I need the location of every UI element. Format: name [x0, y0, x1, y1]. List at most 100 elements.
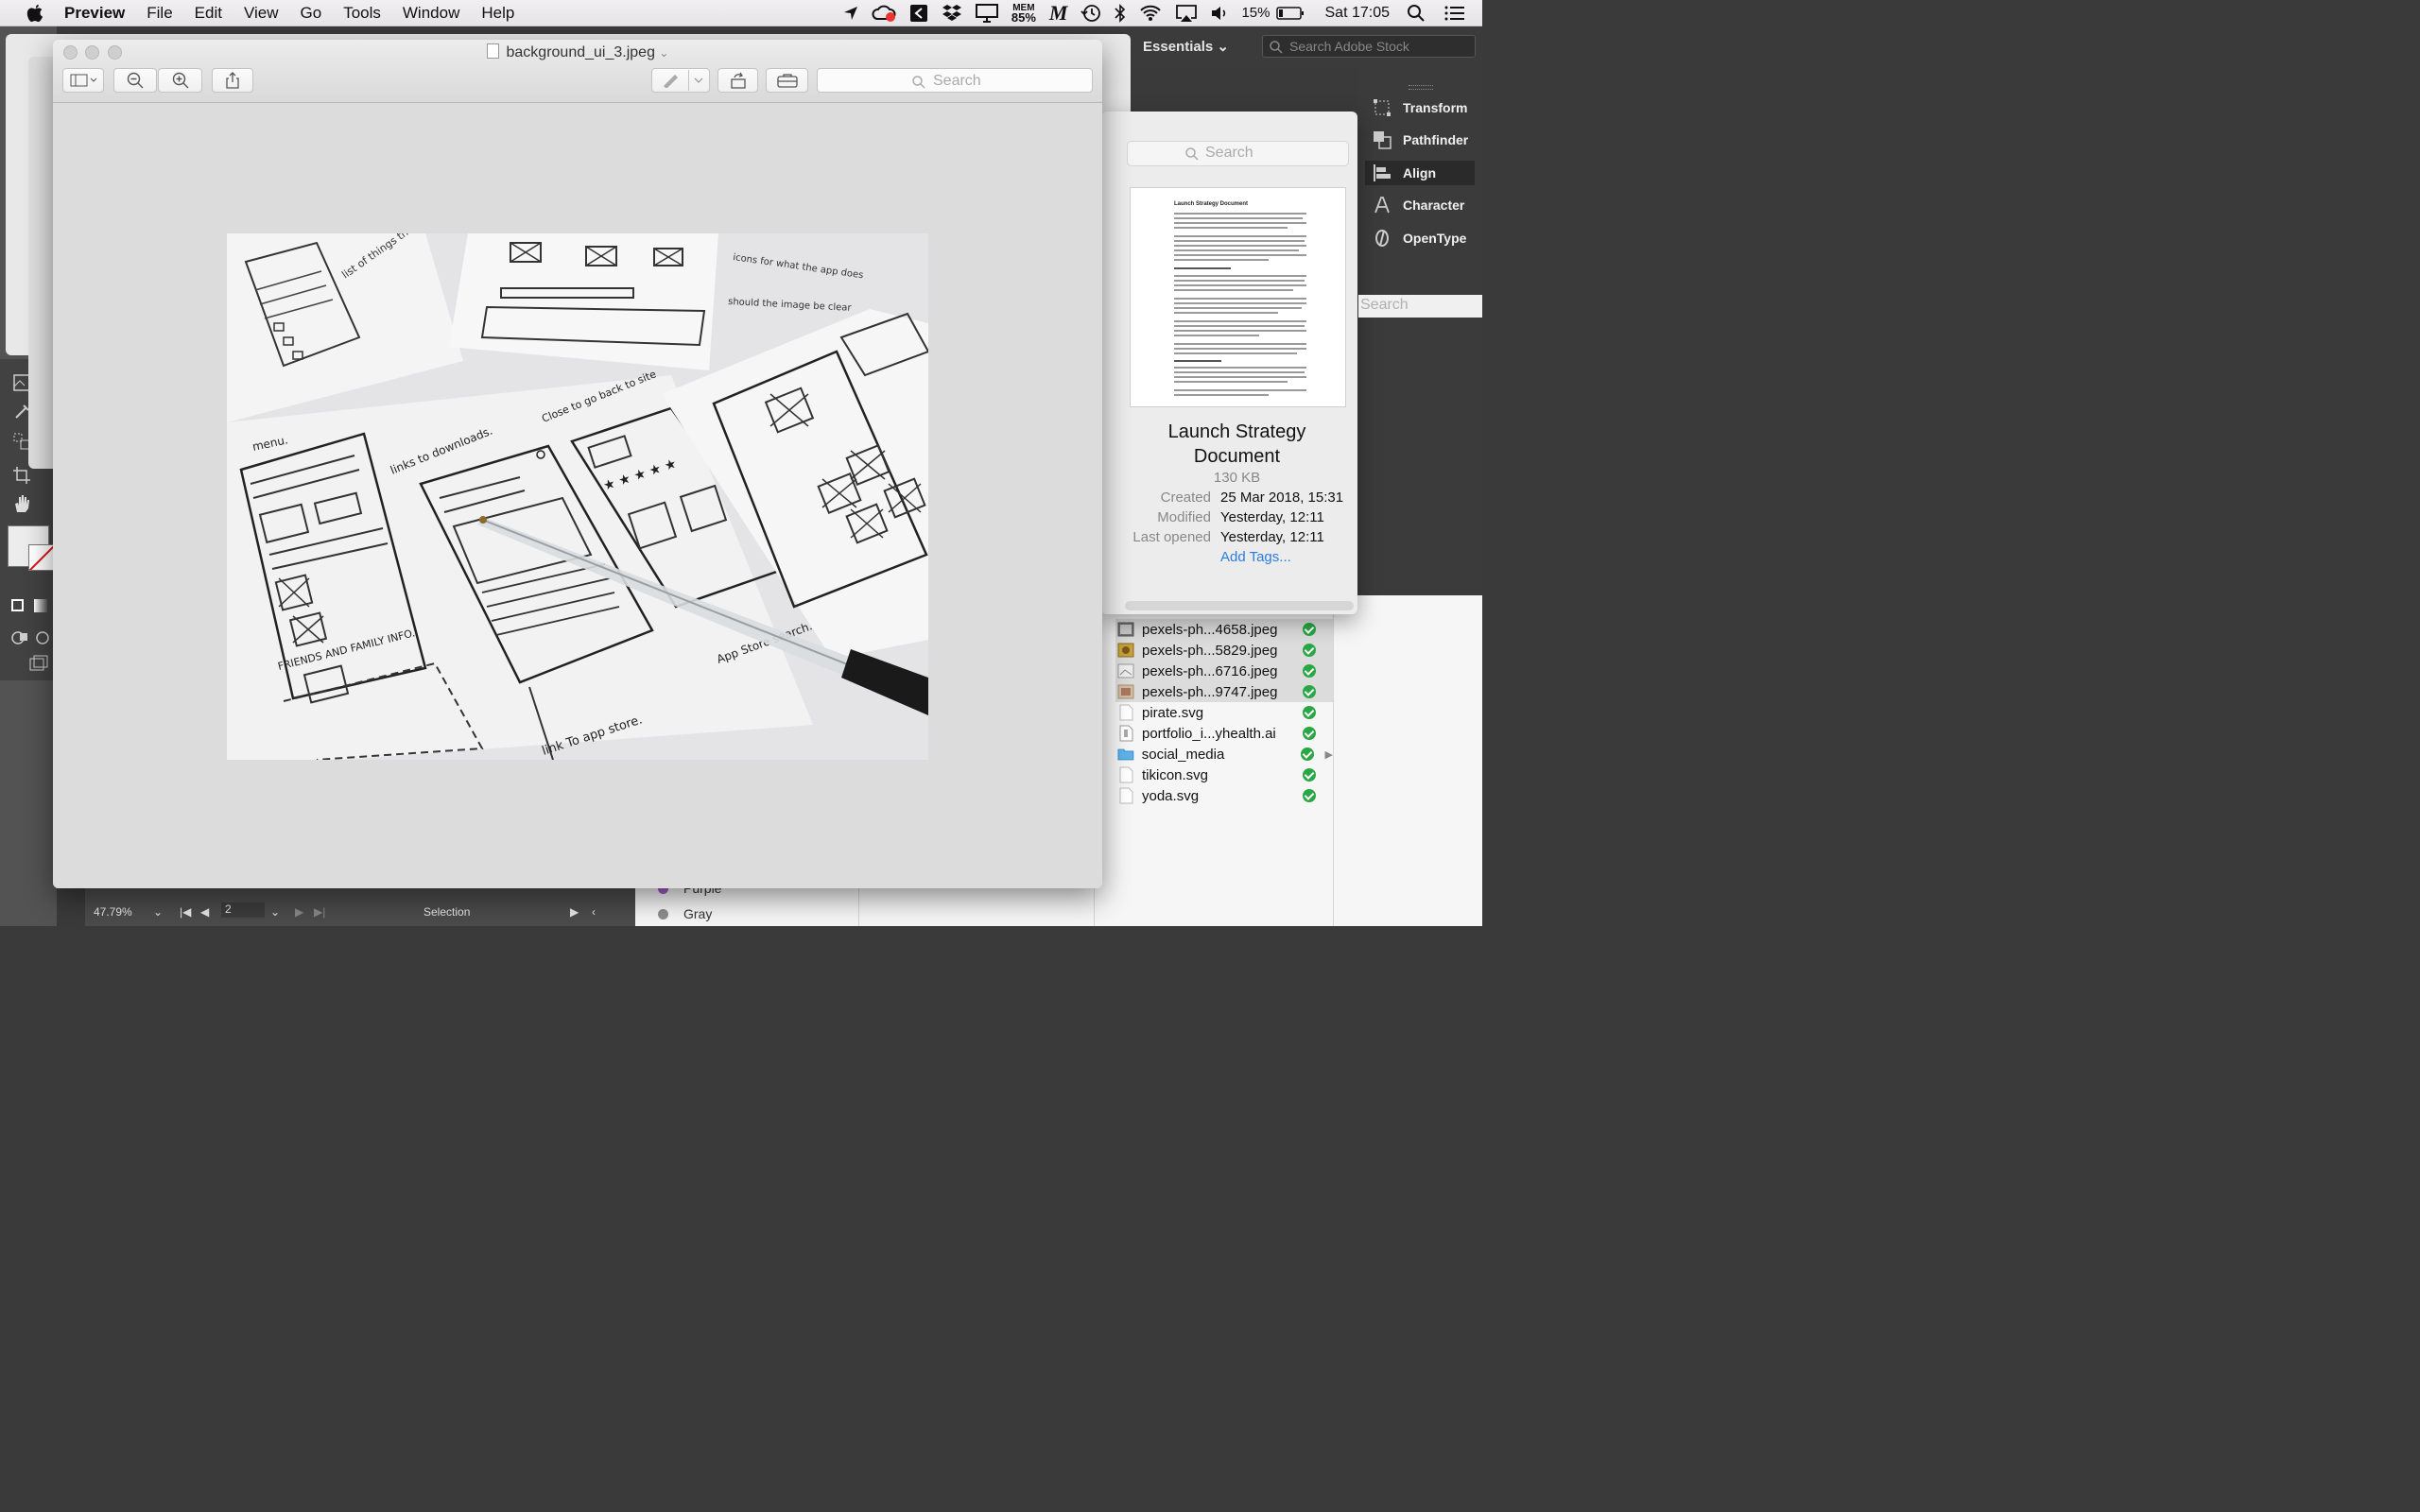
battery-icon[interactable] — [1275, 6, 1305, 21]
app-m-icon[interactable]: M — [1049, 1, 1068, 26]
rotate-icon — [730, 72, 746, 89]
creative-cloud-icon[interactable] — [872, 5, 896, 22]
add-tags-link[interactable]: Add Tags... — [1220, 549, 1291, 565]
zoom-in-button[interactable] — [158, 68, 202, 93]
stock-search-input[interactable]: Search Adobe Stock — [1262, 35, 1476, 58]
menu-help[interactable]: Help — [481, 4, 514, 23]
synced-check-icon — [1300, 747, 1314, 761]
last-artboard-icon[interactable]: ▶| — [314, 905, 325, 919]
dropbox-icon[interactable] — [942, 4, 962, 23]
share-button[interactable] — [212, 68, 253, 93]
info-search-input[interactable]: Search — [1127, 141, 1349, 166]
next-artboard-icon[interactable]: ▶ — [295, 905, 303, 919]
hand-icon[interactable] — [11, 493, 32, 514]
panel-search-input[interactable]: Search — [1358, 295, 1482, 318]
bluetooth-icon[interactable] — [1115, 3, 1126, 23]
memory-meter[interactable]: MEM 85% — [1011, 3, 1036, 24]
share-icon — [226, 72, 239, 89]
display-icon[interactable] — [975, 3, 998, 23]
chevron-down-icon[interactable]: ⌄ — [270, 905, 280, 919]
draw-mode-icon[interactable] — [9, 627, 30, 648]
text-line — [1174, 249, 1299, 251]
text-line — [1174, 280, 1305, 282]
draw-inside-icon[interactable] — [32, 627, 53, 648]
text-line — [1174, 320, 1306, 322]
markup-toolbar-button[interactable] — [766, 68, 808, 93]
text-line — [1174, 267, 1231, 269]
list-item[interactable]: social_media ▶ — [1115, 744, 1333, 765]
chevron-down-icon[interactable]: ⌄ — [153, 905, 163, 919]
list-item[interactable]: pirate.svg — [1115, 702, 1333, 723]
menu-tools[interactable]: Tools — [343, 4, 381, 23]
notification-center-icon[interactable] — [1444, 5, 1465, 22]
file-name: yoda.svg — [1142, 787, 1200, 804]
panel-grip-icon[interactable] — [1409, 85, 1433, 90]
list-item[interactable]: pexels-ph...9747.jpeg — [1115, 681, 1333, 702]
disclosure-icon[interactable]: ▶ — [1325, 748, 1333, 761]
workspace-switcher[interactable]: Essentials ⌄ — [1143, 38, 1229, 55]
file-name: pirate.svg — [1142, 704, 1204, 721]
window-title[interactable]: background_ui_3.jpeg ⌄ — [53, 43, 1102, 61]
list-item[interactable]: tikicon.svg — [1115, 765, 1333, 785]
menu-view[interactable]: View — [244, 4, 279, 23]
time-machine-icon[interactable] — [1080, 4, 1101, 23]
rotate-button[interactable] — [717, 68, 758, 93]
window-titlebar[interactable]: background_ui_3.jpeg ⌄ Search — [53, 40, 1102, 103]
synced-check-icon — [1303, 685, 1316, 698]
panel-label: OpenType — [1403, 231, 1467, 246]
artboard-number[interactable]: 2 — [221, 902, 265, 918]
location-arrow-icon[interactable] — [843, 6, 858, 21]
panel-character[interactable]: Character — [1365, 193, 1475, 217]
menu-edit[interactable]: Edit — [195, 4, 222, 23]
spotlight-search-icon[interactable] — [1407, 4, 1426, 23]
screen-mode-icon[interactable] — [28, 654, 49, 675]
status-menu-icon[interactable]: ▶ — [570, 905, 579, 919]
airplay-icon[interactable] — [1175, 4, 1198, 23]
horizontal-scrollbar[interactable] — [1125, 601, 1354, 610]
menu-window[interactable]: Window — [403, 4, 459, 23]
wifi-icon[interactable] — [1139, 5, 1162, 22]
first-artboard-icon[interactable]: |◀ — [180, 905, 191, 919]
app-badge-icon[interactable] — [909, 4, 928, 23]
list-item[interactable]: portfolio_i...yhealth.ai — [1115, 723, 1333, 744]
menu-app[interactable]: Preview — [64, 4, 125, 23]
panel-search-placeholder: Search — [1360, 297, 1409, 313]
chevron-down-icon[interactable] — [694, 77, 703, 84]
align-icon — [1374, 164, 1391, 181]
zoom-out-button[interactable] — [113, 68, 157, 93]
panel-align[interactable]: Align — [1365, 161, 1475, 185]
image-icon — [1117, 622, 1134, 637]
battery-percent[interactable]: 15% — [1241, 5, 1270, 21]
document-thumbnail[interactable]: Launch Strategy Document — [1130, 187, 1346, 407]
modified-label: Modified — [1157, 509, 1211, 525]
list-item[interactable]: pexels-ph...5829.jpeg — [1115, 640, 1333, 661]
menu-clock[interactable]: Sat 17:05 — [1325, 5, 1391, 22]
crop-icon[interactable] — [11, 465, 32, 486]
synced-check-icon — [1303, 768, 1316, 782]
file-name: portfolio_i...yhealth.ai — [1142, 725, 1276, 742]
wireframe-sketch-photo[interactable]: list of things that the screen is capabl… — [227, 233, 928, 760]
stroke-swatch[interactable] — [28, 544, 55, 571]
text-line — [1174, 348, 1306, 350]
menu-file[interactable]: File — [147, 4, 172, 23]
panel-opentype[interactable]: OpenType — [1365, 226, 1475, 250]
list-item[interactable]: pexels-ph...6716.jpeg — [1115, 661, 1333, 681]
prev-artboard-icon[interactable]: ◀ — [200, 905, 209, 919]
scroll-left-icon[interactable]: ‹ — [592, 905, 596, 919]
panel-transform[interactable]: Transform — [1365, 95, 1475, 120]
gradient-mode-icon[interactable] — [34, 599, 47, 612]
list-item[interactable]: yoda.svg — [1115, 785, 1333, 806]
color-mode-icon[interactable] — [11, 599, 24, 611]
sidebar-toggle-button[interactable] — [62, 68, 104, 93]
panel-pathfinder[interactable]: Pathfinder — [1365, 128, 1475, 152]
pathfinder-icon — [1374, 131, 1392, 149]
volume-icon[interactable] — [1211, 5, 1228, 22]
apple-logo-icon[interactable] — [25, 4, 45, 23]
list-item[interactable]: pexels-ph...4658.jpeg — [1115, 619, 1333, 640]
tag-gray[interactable]: Gray — [658, 906, 712, 921]
menu-go[interactable]: Go — [301, 4, 322, 23]
markup-button[interactable] — [651, 68, 710, 93]
search-input[interactable]: Search — [817, 68, 1093, 93]
text-line — [1174, 307, 1302, 309]
zoom-level[interactable]: 47.79% — [94, 905, 132, 919]
